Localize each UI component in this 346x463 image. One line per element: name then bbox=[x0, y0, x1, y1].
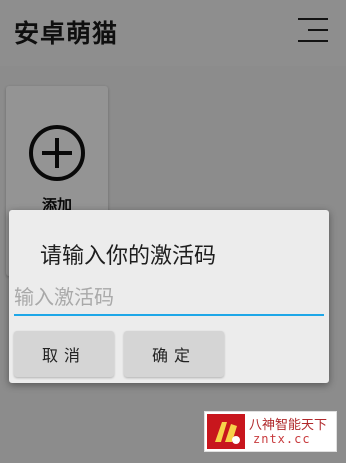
dialog-title: 请输入你的激活码 bbox=[40, 244, 217, 269]
watermark-text-en: zntx.cc bbox=[253, 432, 311, 446]
ok-button[interactable]: 确定 bbox=[124, 331, 224, 377]
activation-code-input[interactable] bbox=[14, 280, 324, 316]
activation-dialog: 请输入你的激活码 取消 确定 bbox=[9, 210, 329, 383]
watermark-text-cn: 八神智能天下 bbox=[249, 418, 328, 433]
watermark: 八神智能天下 zntx.cc bbox=[204, 411, 337, 452]
cancel-button[interactable]: 取消 bbox=[14, 331, 114, 377]
watermark-logo-icon bbox=[207, 414, 245, 449]
